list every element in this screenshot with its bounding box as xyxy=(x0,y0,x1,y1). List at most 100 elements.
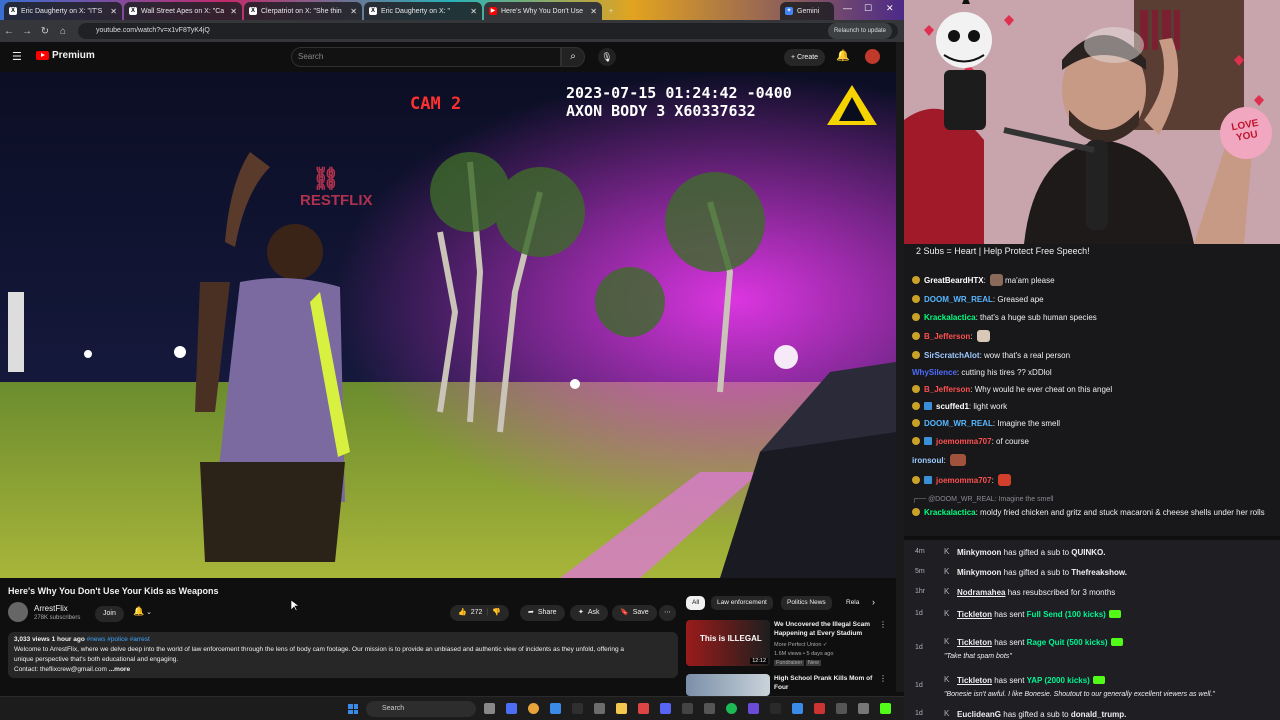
reply-icon: ╭── xyxy=(912,496,929,503)
taskbar-app-icon[interactable] xyxy=(748,703,759,714)
kick-logo-icon: K xyxy=(944,709,950,718)
close-tab-icon[interactable]: ✕ xyxy=(107,7,117,16)
home-icon[interactable]: ⌂ xyxy=(54,26,72,37)
taskbar-search[interactable]: Search xyxy=(366,701,476,717)
chip-politics-news[interactable]: Politics News xyxy=(781,596,832,610)
close-tab-icon[interactable]: ✕ xyxy=(347,7,357,16)
thumbs-down-icon[interactable]: 👎 xyxy=(492,605,501,621)
taskbar-app-icon[interactable] xyxy=(638,703,649,714)
youtube-header: ☰ Premium Search ⌕ 🎙 + Create 🔔 xyxy=(0,42,904,72)
subscriber-count: 278K subscribers xyxy=(34,615,81,621)
subscription-bell-button[interactable]: 🔔 ⌄ xyxy=(133,606,152,622)
task-view-icon[interactable] xyxy=(484,703,495,714)
back-icon[interactable]: ← xyxy=(0,26,18,37)
browser-tab[interactable]: X Clerpatriot on X: "She thin ✕ xyxy=(244,2,362,20)
mic-button[interactable]: 🎙 xyxy=(598,48,616,66)
youtube-logo[interactable]: Premium xyxy=(36,50,95,61)
close-window-icon[interactable]: ✕ xyxy=(886,3,894,14)
recommended-video[interactable]: This is ILLEGAL 12:12 We Uncovered the I… xyxy=(686,620,894,670)
relaunch-button[interactable]: Relaunch to update xyxy=(827,23,892,39)
chip-related[interactable]: Rela xyxy=(840,596,865,610)
video-title: Here's Why You Don't Use Your Kids as We… xyxy=(8,586,219,596)
new-tab-button[interactable]: + xyxy=(604,2,624,20)
close-tab-icon[interactable]: ✕ xyxy=(587,7,597,16)
sub-badge-icon xyxy=(912,419,920,427)
menu-icon[interactable]: ☰ xyxy=(12,50,22,63)
taskbar-app-icon[interactable] xyxy=(572,703,583,714)
gemini-icon: ✦ xyxy=(785,7,793,15)
diamond-badge-icon xyxy=(924,476,932,484)
like-button[interactable]: 👍 272 | 👎 xyxy=(450,605,509,621)
chat-message: joemomma707: of course xyxy=(912,436,1274,448)
chip-law-enforcement[interactable]: Law enforcement xyxy=(711,596,773,610)
minimize-icon[interactable]: — xyxy=(843,3,852,13)
share-button[interactable]: ➦ Share xyxy=(520,605,565,621)
taskbar-app-icon[interactable] xyxy=(792,703,803,714)
taskbar-app-icon[interactable] xyxy=(858,703,869,714)
browser-tab[interactable]: X Wall Street Apes on X: "Ca ✕ xyxy=(124,2,242,20)
save-button[interactable]: 🔖 Save xyxy=(612,605,657,621)
chrome-icon[interactable] xyxy=(528,703,539,714)
emote-icon xyxy=(950,454,967,466)
url-field[interactable]: youtube.com/watch?v=x1vF8TyK4jQ xyxy=(78,23,898,39)
video-thumbnail: This is ILLEGAL 12:12 xyxy=(686,620,770,666)
join-button[interactable]: Join xyxy=(95,606,124,622)
close-tab-icon[interactable]: ✕ xyxy=(467,7,477,16)
ask-button[interactable]: ✦ Ask xyxy=(570,605,608,621)
kicks-icon xyxy=(1108,610,1121,618)
video-description[interactable]: 3,033 views 1 hour ago #news #police #ar… xyxy=(8,632,678,678)
recommended-video[interactable]: High School Prank Kills Mom of Four ⋮ xyxy=(686,674,894,696)
show-more-link[interactable]: ...more xyxy=(109,666,130,673)
thumbs-up-icon: 👍 xyxy=(458,609,467,616)
notifications-icon[interactable]: 🔔 xyxy=(836,49,850,62)
spotify-icon[interactable] xyxy=(726,703,737,714)
video-player[interactable]: CAM 2 2023-07-15 01:24:42 -0400 AXON BODY… xyxy=(0,72,896,578)
browser-tab[interactable]: ✦ Gemini xyxy=(780,2,834,20)
browser-tab[interactable]: X Eric Daugherty on X: " ✕ xyxy=(364,2,482,20)
recommended-stats: 1.6M views • 5 days ago xyxy=(774,651,834,657)
kick-icon[interactable] xyxy=(880,703,891,714)
taskbar-app-icon[interactable] xyxy=(682,703,693,714)
bodycam-timestamp: 2023-07-15 01:24:42 -0400 AXON BODY 3 X60… xyxy=(566,84,792,120)
forward-icon[interactable]: → xyxy=(18,26,36,37)
hashtags[interactable]: #news #police #arrest xyxy=(87,636,150,643)
taskbar-app-icon[interactable] xyxy=(770,703,781,714)
sub-badge-icon xyxy=(912,295,920,303)
browser-tab[interactable]: X Eric Daugherty on X: "IT'S ✕ xyxy=(4,2,122,20)
more-actions-button[interactable]: ⋯ xyxy=(659,605,676,621)
avatar[interactable] xyxy=(865,49,880,64)
sub-badge-icon xyxy=(912,385,920,393)
chip-all[interactable]: All xyxy=(686,596,706,610)
sub-badge-icon xyxy=(912,313,920,321)
share-icon: ➦ xyxy=(528,609,534,616)
search-button[interactable]: ⌕ xyxy=(561,47,585,67)
windows-start-icon[interactable] xyxy=(348,704,358,714)
taskbar-app-icon[interactable] xyxy=(506,703,517,714)
channel-watermark: ⛓ RESTFLIX xyxy=(300,166,373,209)
discord-icon[interactable] xyxy=(660,703,671,714)
taskbar-app-icon[interactable] xyxy=(836,703,847,714)
youtube-play-icon xyxy=(36,51,49,60)
taskbar-app-icon[interactable] xyxy=(814,703,825,714)
more-vert-icon[interactable]: ⋮ xyxy=(879,620,887,629)
reload-icon[interactable]: ↻ xyxy=(36,26,54,37)
more-vert-icon[interactable]: ⋮ xyxy=(879,674,887,683)
page-scrollbar[interactable] xyxy=(896,42,904,692)
taskbar-app-icon[interactable] xyxy=(704,703,715,714)
search-input[interactable]: Search xyxy=(291,47,561,67)
file-explorer-icon[interactable] xyxy=(616,703,627,714)
more-icon: ⋯ xyxy=(664,609,671,616)
recommended-title: High School Prank Kills Mom of Four xyxy=(774,675,873,691)
channel-avatar[interactable] xyxy=(8,602,28,622)
channel-name[interactable]: ArrestFlix xyxy=(34,604,68,613)
diamond-badge-icon xyxy=(924,437,932,445)
maximize-icon[interactable]: ☐ xyxy=(864,3,872,14)
sub-badge-icon xyxy=(912,276,920,284)
browser-tab-active[interactable]: ▶ Here's Why You Don't Use ✕ xyxy=(484,2,602,20)
close-tab-icon[interactable]: ✕ xyxy=(227,7,237,16)
taskbar-app-icon[interactable] xyxy=(550,703,561,714)
taskbar-app-icon[interactable] xyxy=(594,703,605,714)
bell-icon: 🔔 xyxy=(133,606,145,616)
create-button[interactable]: + Create xyxy=(784,49,826,66)
chevron-right-icon[interactable]: › xyxy=(872,597,875,607)
